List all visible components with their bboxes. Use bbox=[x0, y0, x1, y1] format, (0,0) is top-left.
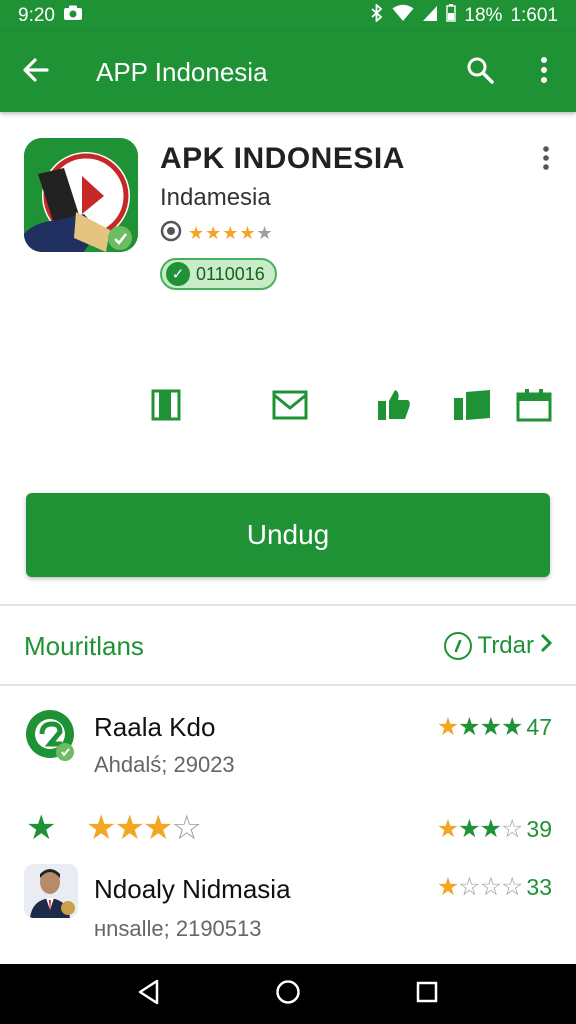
rating-stars: ★★★☆ bbox=[436, 815, 524, 843]
app-icon bbox=[24, 708, 78, 762]
list-item-subtitle: Ahdalś; 29023 bbox=[94, 752, 235, 777]
battery-icon bbox=[446, 4, 457, 28]
list-item-title: Ndoaly Nidmasia bbox=[94, 874, 291, 904]
rating-value: 39 bbox=[526, 815, 552, 842]
flag-icon bbox=[452, 388, 492, 427]
divider bbox=[0, 684, 576, 686]
list-item-rating: ★☆☆☆ 33 bbox=[437, 872, 552, 902]
list-item-subtitle: ʜnsalle; 2190513 bbox=[94, 916, 262, 941]
square-recents-icon bbox=[415, 980, 439, 1009]
star-icon: ★ bbox=[26, 809, 57, 847]
wifi-icon bbox=[392, 4, 414, 28]
navigation-bar bbox=[0, 964, 576, 1024]
check-icon: ✓ bbox=[166, 262, 190, 286]
circle-home-icon bbox=[275, 979, 301, 1010]
download-button[interactable]: Undug bbox=[26, 493, 550, 577]
list-item[interactable]: ★ ★★★☆ ★★★☆ 39 bbox=[0, 800, 576, 854]
avatar bbox=[24, 864, 78, 918]
mail-button[interactable] bbox=[266, 382, 314, 432]
rating-value: 33 bbox=[526, 873, 552, 900]
app-header: APK INDONESIA Indamesia ★★★★★ ✓ 0110016 bbox=[0, 112, 576, 352]
more-vert-icon bbox=[542, 145, 550, 176]
nav-recents-button[interactable] bbox=[403, 970, 451, 1018]
nav-back-button[interactable] bbox=[125, 970, 173, 1018]
nav-home-button[interactable] bbox=[264, 970, 312, 1018]
page-title: APP Indonesia bbox=[96, 56, 268, 87]
content-rating-icon bbox=[160, 220, 182, 247]
app-icon[interactable] bbox=[24, 138, 138, 252]
action-row bbox=[0, 382, 576, 432]
search-button[interactable] bbox=[448, 32, 512, 112]
list-item-rating: ★★★☆ 39 bbox=[437, 814, 552, 844]
back-arrow-icon bbox=[21, 55, 51, 90]
status-clock: 1:601 bbox=[510, 5, 558, 26]
thumbs-up-icon bbox=[376, 388, 412, 427]
list-item-rating: ★★★★ 47 bbox=[437, 712, 552, 742]
chevron-right-icon bbox=[540, 632, 553, 660]
section-header: Mouritlans Trdar bbox=[0, 608, 576, 684]
rating-value: 47 bbox=[526, 713, 552, 740]
back-button[interactable] bbox=[0, 32, 72, 112]
app-developer[interactable]: Indamesia bbox=[160, 184, 271, 212]
divider bbox=[0, 604, 576, 606]
badge-label: 0110016 bbox=[196, 263, 265, 284]
app-rating: ★★★★★ bbox=[160, 220, 274, 247]
search-icon bbox=[465, 55, 495, 90]
calendar-icon bbox=[515, 388, 553, 427]
calendar-button[interactable] bbox=[510, 382, 558, 432]
section-link-label: Trdar bbox=[477, 632, 534, 659]
rating-stars: ★★★★★ bbox=[188, 223, 274, 243]
list-item-title: Raala Kdo bbox=[94, 712, 216, 742]
camera-icon bbox=[63, 5, 83, 27]
book-icon bbox=[149, 388, 183, 427]
status-right: 18% 1:601 bbox=[370, 2, 558, 28]
status-bar: 9:20 18% 1:601 bbox=[0, 0, 576, 32]
section-title: Mouritlans bbox=[24, 630, 144, 661]
app-bar: APP Indonesia bbox=[0, 32, 576, 112]
rating-stars: ★★★☆ bbox=[86, 809, 202, 847]
list-item[interactable]: Raala Kdo Ahdalś; 29023 ★★★★ 47 bbox=[0, 700, 576, 790]
rating-stars: ★★★★ bbox=[436, 713, 524, 741]
flag-button[interactable] bbox=[448, 382, 496, 432]
app-menu-button[interactable] bbox=[530, 142, 562, 178]
section-link[interactable]: Trdar bbox=[443, 632, 553, 660]
bluetooth-icon bbox=[370, 2, 384, 28]
list-item[interactable]: Ndoaly Nidmasia ʜnsalle; 2190513 ★☆☆☆ 33 bbox=[0, 862, 576, 952]
status-left: 9:20 bbox=[18, 5, 83, 27]
compass-icon bbox=[443, 632, 472, 660]
app-title: APK INDONESIA bbox=[160, 142, 405, 175]
mail-icon bbox=[271, 389, 309, 426]
like-button[interactable] bbox=[370, 382, 418, 432]
battery-percent: 18% bbox=[464, 5, 503, 26]
status-badge: ✓ 0110016 bbox=[160, 258, 277, 290]
signal-icon bbox=[422, 4, 438, 28]
triangle-back-icon bbox=[137, 979, 161, 1010]
status-time: 9:20 bbox=[18, 5, 55, 26]
more-options-button[interactable] bbox=[512, 32, 576, 112]
book-button[interactable] bbox=[142, 382, 190, 432]
rating-stars: ★☆☆☆ bbox=[436, 873, 524, 901]
more-vert-icon bbox=[540, 56, 548, 89]
